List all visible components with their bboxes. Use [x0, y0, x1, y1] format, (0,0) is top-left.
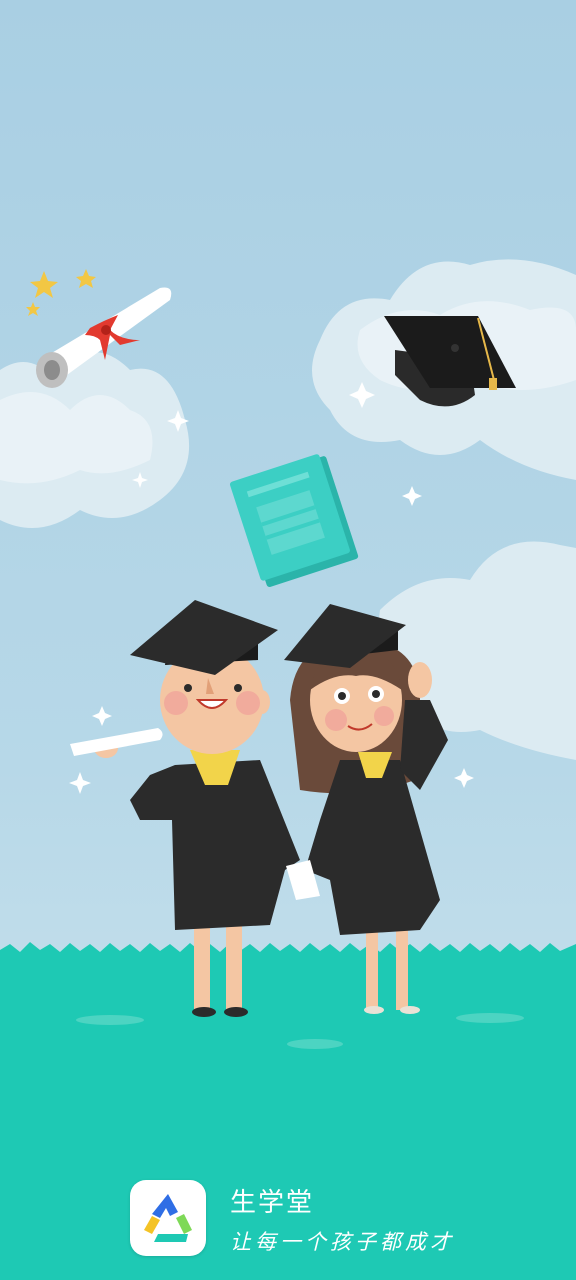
app-slogan: 让每一个孩子都成才: [230, 1230, 455, 1254]
book-icon: [229, 454, 359, 588]
splash-screen: 生学堂 让每一个孩子都成才: [0, 0, 576, 1280]
star-icon: [26, 269, 96, 316]
brand-footer: 生学堂 让每一个孩子都成才: [130, 1180, 550, 1260]
triangle-loop-logo-icon: [144, 1194, 192, 1242]
app-logo: [130, 1180, 206, 1256]
graduation-illustration: [0, 259, 576, 1280]
app-name: 生学堂: [230, 1188, 315, 1218]
